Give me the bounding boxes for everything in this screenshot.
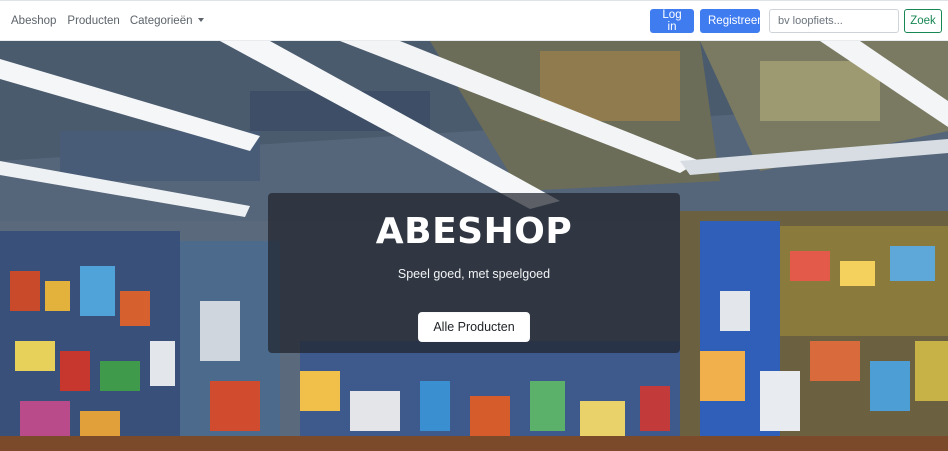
hero-section: ABESHOP Speel goed, met speelgoed Alle P… <box>0 41 948 451</box>
categories-dropdown-label: Categorieën <box>129 14 193 27</box>
nav-left: Abeshop Producten Categorieën <box>0 15 204 27</box>
hero-overlay-card: ABESHOP Speel goed, met speelgoed Alle P… <box>268 193 680 353</box>
nav-link-producten[interactable]: Producten <box>67 15 119 27</box>
brand-link[interactable]: Abeshop <box>11 15 56 27</box>
search-button[interactable]: Zoek <box>904 9 942 33</box>
all-products-button[interactable]: Alle Producten <box>418 312 530 342</box>
register-button[interactable]: Registreer <box>700 9 761 33</box>
hero-title: ABESHOP <box>375 211 573 252</box>
navbar: Abeshop Producten Categorieën Log in Reg… <box>0 0 948 41</box>
categories-dropdown[interactable]: Categorieën <box>130 15 204 27</box>
search-input[interactable] <box>769 9 899 33</box>
caret-down-icon <box>197 17 204 22</box>
hero-subtitle: Speel goed, met speelgoed <box>397 267 551 281</box>
login-button[interactable]: Log in <box>650 9 694 33</box>
